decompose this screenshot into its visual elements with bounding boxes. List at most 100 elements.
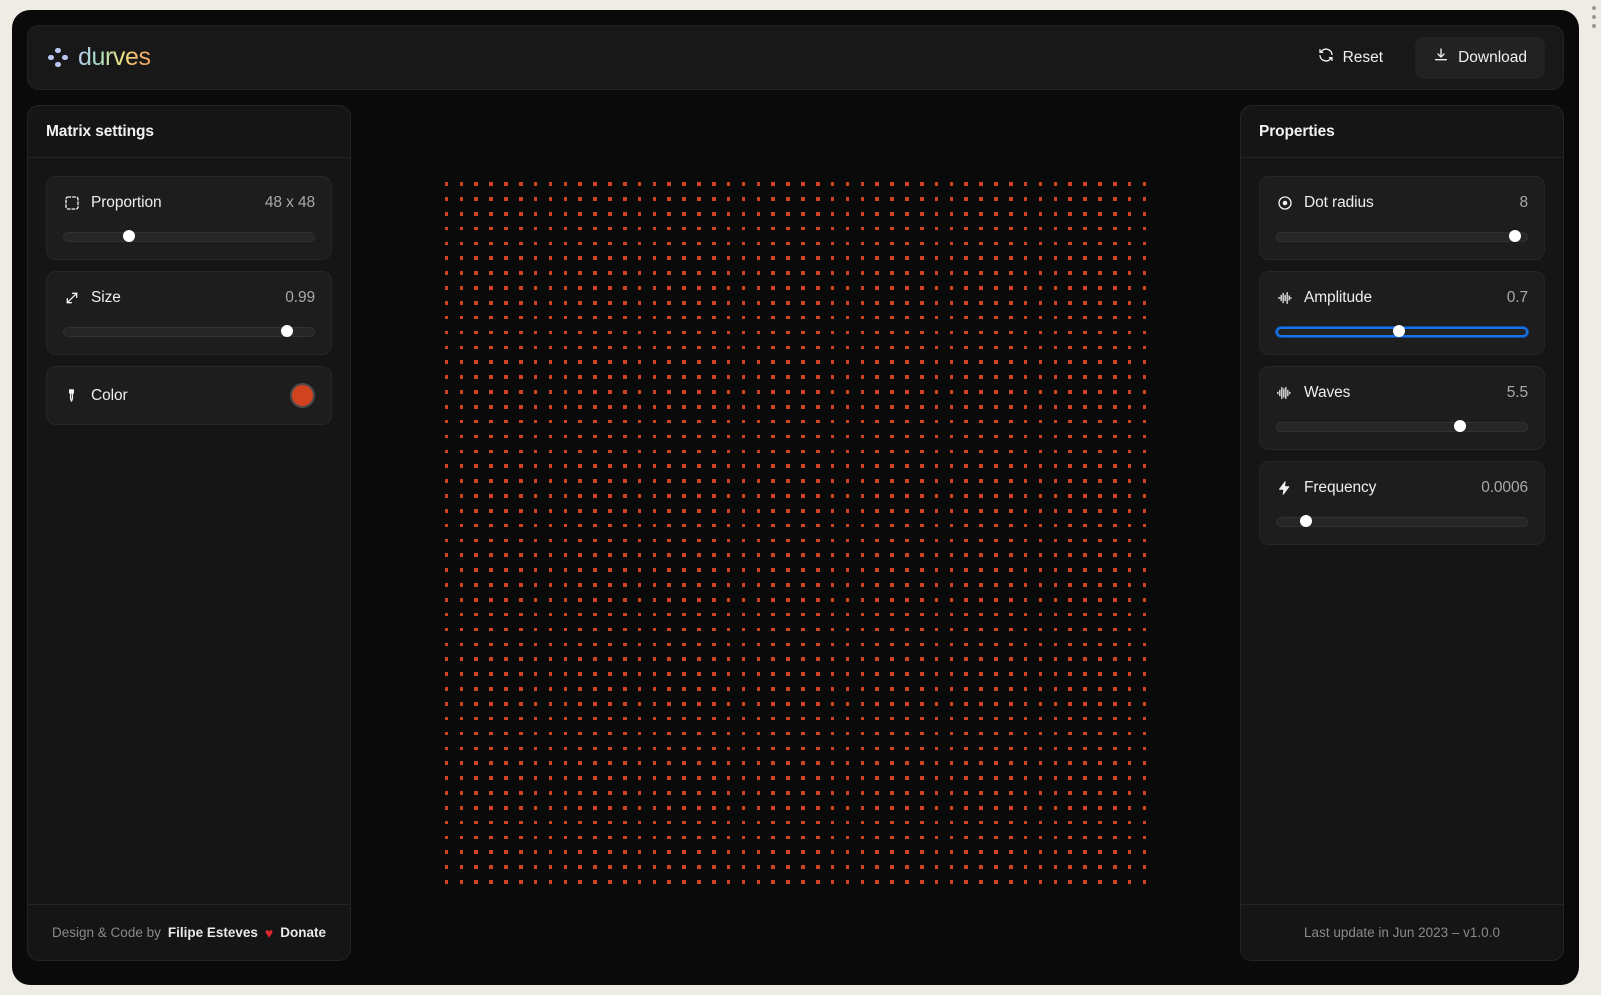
matrix-dot [653,375,657,379]
matrix-dot [667,806,671,810]
matrix-dot [846,256,850,260]
author-link[interactable]: Filipe Esteves [168,925,258,940]
slider-knob[interactable] [1393,325,1405,337]
matrix-dot [905,316,909,320]
matrix-dot [801,346,805,350]
slider-knob[interactable] [1509,230,1521,242]
matrix-dot [950,405,954,409]
matrix-dot [994,836,998,840]
matrix-dot [549,643,553,647]
matrix-dot [905,464,909,468]
matrix-dot [816,672,820,676]
matrix-dot [697,568,701,572]
matrix-dot [771,450,775,454]
matrix-dot [519,375,523,379]
matrix-dot [920,375,924,379]
matrix-dot [727,583,731,587]
matrix-dot [1039,702,1043,706]
matrix-dot [1039,464,1043,468]
matrix-dot [831,509,835,513]
donate-link[interactable]: Donate [280,925,326,940]
matrix-dot [445,450,449,454]
matrix-dot [578,657,582,661]
window-drag-handle[interactable] [1592,6,1596,28]
canvas-area[interactable] [367,105,1224,961]
matrix-dot [905,524,909,528]
matrix-dot [445,865,449,869]
matrix-dot [1054,806,1058,810]
matrix-dot [1068,583,1072,587]
matrix-dot [890,628,894,632]
matrix-dot [697,256,701,260]
matrix-dot [1054,286,1058,290]
matrix-dot [920,494,924,498]
proportion-slider[interactable] [63,230,315,244]
dot-radius-slider[interactable] [1276,230,1528,244]
matrix-dot [979,687,983,691]
matrix-dot [1143,539,1147,543]
matrix-dot [831,732,835,736]
download-button[interactable]: Download [1415,37,1545,79]
matrix-dot [489,479,493,483]
matrix-dot [1054,776,1058,780]
matrix-dot [504,509,508,513]
matrix-dot [890,494,894,498]
matrix-dot [1024,613,1028,617]
reset-button[interactable]: Reset [1300,37,1402,79]
matrix-dot [742,791,746,795]
matrix-dot [534,271,538,275]
matrix-dot [697,791,701,795]
slider-knob[interactable] [281,325,293,337]
matrix-dot [1024,256,1028,260]
matrix-dot [1024,836,1028,840]
matrix-dot [1068,672,1072,676]
matrix-dot [697,747,701,751]
matrix-dot [890,850,894,854]
frequency-slider[interactable] [1276,515,1528,529]
matrix-dot [578,776,582,780]
matrix-dot [757,390,761,394]
matrix-dot [653,583,657,587]
matrix-dot [771,182,775,186]
matrix-dot [474,464,478,468]
slider-knob[interactable] [1454,420,1466,432]
matrix-dot [474,732,478,736]
matrix-dot [682,360,686,364]
amplitude-slider[interactable] [1276,325,1528,339]
brand-logo[interactable]: durves [48,43,151,72]
matrix-dot [578,450,582,454]
matrix-dot [816,464,820,468]
matrix-dot [697,450,701,454]
matrix-dot [816,568,820,572]
matrix-dot [489,865,493,869]
matrix-dot [519,331,523,335]
matrix-dot [1054,791,1058,795]
matrix-dot [653,182,657,186]
waves-slider[interactable] [1276,420,1528,434]
matrix-dot [697,301,701,305]
matrix-dot [1068,865,1072,869]
matrix-dot [697,479,701,483]
color-swatch[interactable] [290,383,315,408]
matrix-dot [1024,747,1028,751]
matrix-dot [950,479,954,483]
slider-knob[interactable] [1300,515,1312,527]
matrix-dot [964,850,968,854]
matrix-dot [875,316,879,320]
matrix-dot [445,613,449,617]
matrix-dot [1039,390,1043,394]
matrix-dot [771,286,775,290]
matrix-dot [623,390,627,394]
matrix-dot [608,464,612,468]
matrix-dot [593,242,597,246]
dot-matrix-preview[interactable] [445,182,1147,884]
matrix-dot [890,657,894,661]
matrix-dot [667,702,671,706]
matrix-dot [727,346,731,350]
slider-knob[interactable] [123,230,135,242]
matrix-dot [742,568,746,572]
size-slider[interactable] [63,325,315,339]
matrix-dot [831,375,835,379]
matrix-dot [460,212,464,216]
matrix-dot [964,791,968,795]
